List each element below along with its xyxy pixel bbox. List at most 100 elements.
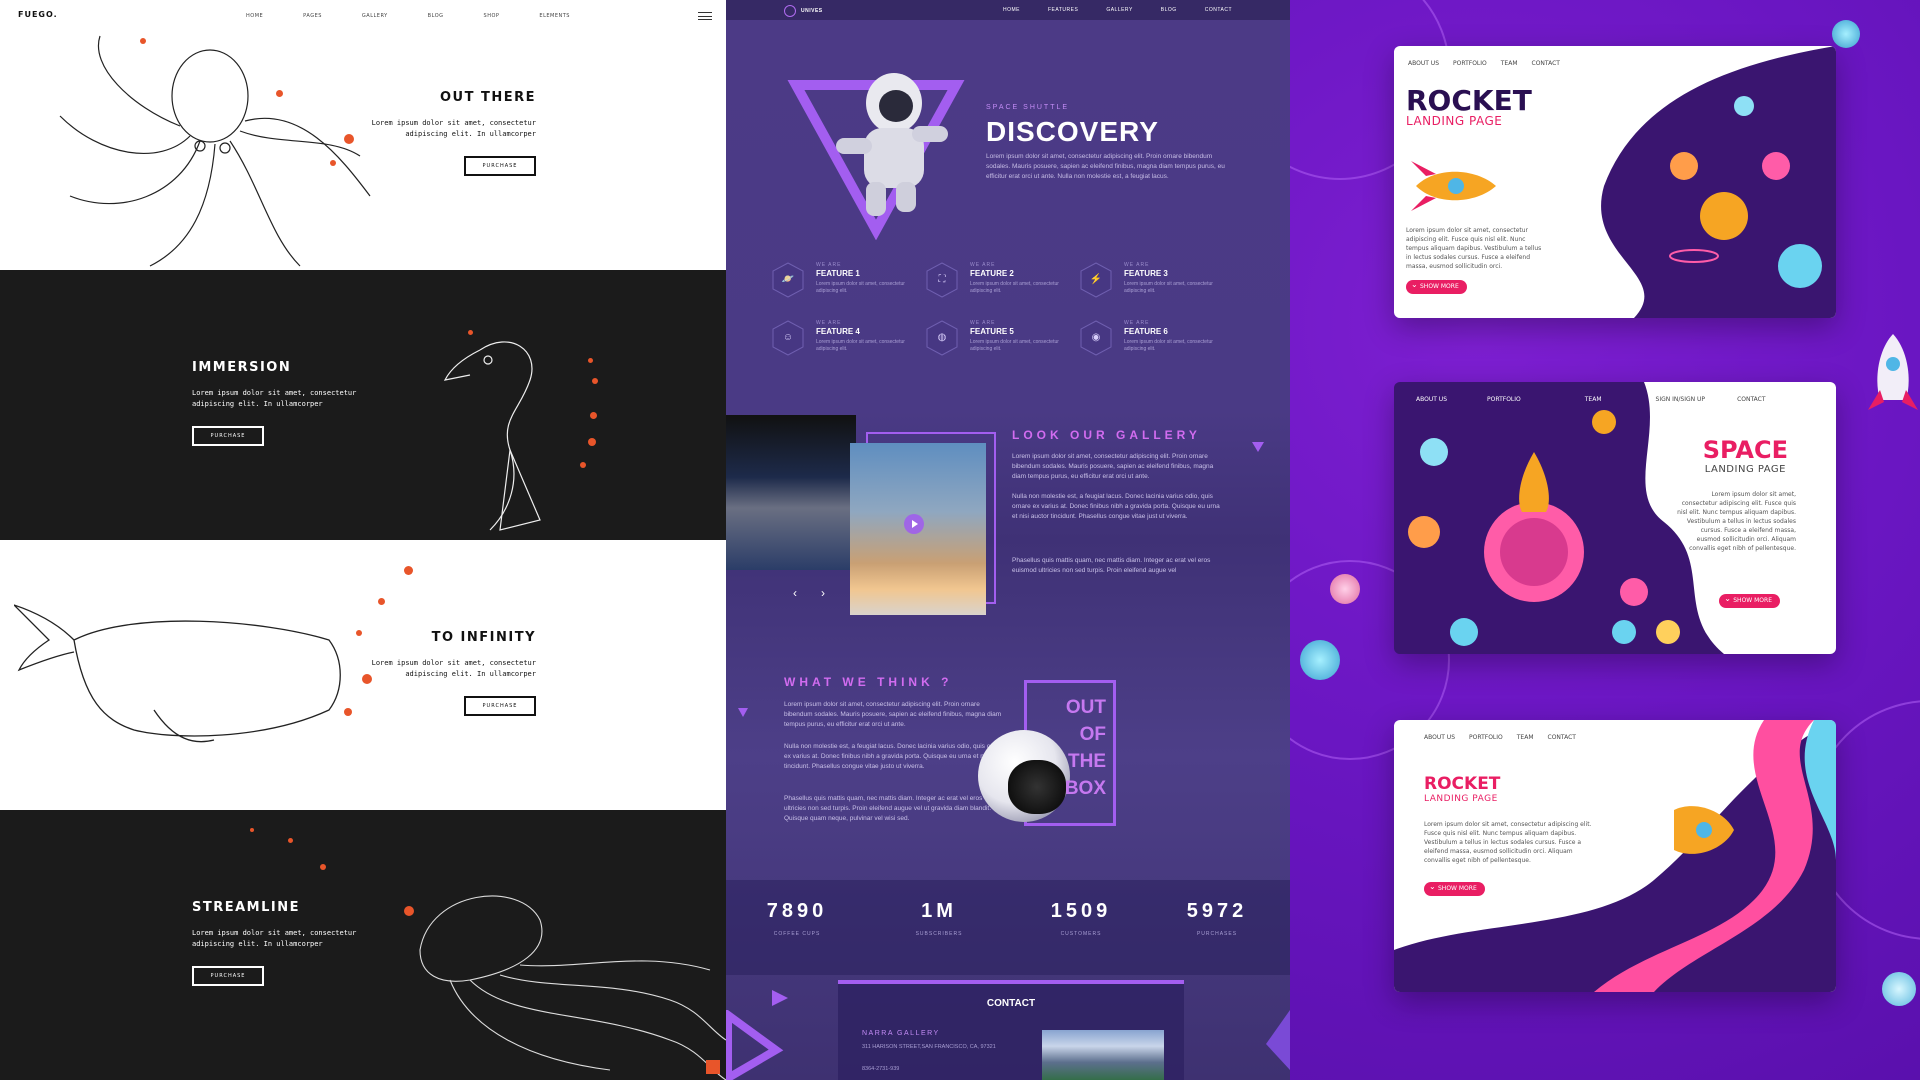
nav-blog[interactable]: BLOG xyxy=(428,13,444,19)
feature-card-5[interactable]: ◍ WE ARE FEATURE 5 Lorem ipsum dolor sit… xyxy=(926,320,1086,370)
stat-label: SUBSCRIBERS xyxy=(915,931,963,937)
signal-icon: ◉ xyxy=(1091,332,1101,343)
decor-dot xyxy=(378,598,385,605)
univers-logo-icon xyxy=(784,5,796,17)
nav-sign-in[interactable]: SIGN IN/SIGN UP xyxy=(1656,396,1706,403)
univers-menu: HOME FEATURES GALLERY BLOG CONTACT xyxy=(1003,7,1232,13)
stat-number: 5972 xyxy=(1186,900,1248,922)
space-landing-pages: ABOUT US PORTFOLIO TEAM CONTACT ROCKET L… xyxy=(1290,0,1920,1080)
feature-card-3[interactable]: ⚡ WE ARE FEATURE 3 Lorem ipsum dolor sit… xyxy=(1080,262,1240,312)
univers-logo[interactable]: UNIVES xyxy=(784,5,823,17)
nav-team[interactable]: TEAM xyxy=(1501,60,1518,67)
card-title: SPACE xyxy=(1702,436,1788,464)
fuego-logo[interactable]: FUEGO. xyxy=(18,10,58,19)
space-landing-card-2[interactable]: ABOUT US PORTFOLIO TEAM SIGN IN/SIGN UP … xyxy=(1394,382,1836,654)
stat-label: CUSTOMERS xyxy=(1060,931,1102,937)
rocket-illustration xyxy=(1411,161,1496,211)
section-out-there: FUEGO. HOME PAGES GALLERY BLOG SHOP ELEM… xyxy=(0,0,726,270)
feature-kicker: WE ARE xyxy=(816,320,842,326)
decor-dot xyxy=(276,90,283,97)
decor-dot xyxy=(140,38,146,44)
jellyfish-illustration xyxy=(419,895,726,1080)
card-nav: ABOUT US PORTFOLIO TEAM CONTACT xyxy=(1408,60,1560,67)
think-paragraph-3: Phasellus quis mattis quam, nec mattis d… xyxy=(784,795,1009,822)
card-nav: ABOUT US PORTFOLIO TEAM SIGN IN/SIGN UP … xyxy=(1416,396,1766,403)
scroll-to-top-button[interactable] xyxy=(706,1060,720,1074)
nav-shop[interactable]: SHOP xyxy=(484,13,500,19)
nav-portfolio[interactable]: PORTFOLIO xyxy=(1487,396,1521,403)
feature-card-6[interactable]: ◉ WE ARE FEATURE 6 Lorem ipsum dolor sit… xyxy=(1080,320,1240,370)
nav-about-us[interactable]: ABOUT US xyxy=(1408,60,1439,67)
nav-about-us[interactable]: ABOUT US xyxy=(1416,396,1447,403)
nav-pages[interactable]: PAGES xyxy=(303,13,322,19)
nav-portfolio[interactable]: PORTFOLIO xyxy=(1453,60,1487,67)
card-nav: ABOUT US PORTFOLIO TEAM CONTACT xyxy=(1424,734,1576,741)
rocket-decor xyxy=(1868,334,1918,410)
nav-gallery[interactable]: GALLERY xyxy=(1106,7,1132,13)
decor-dot xyxy=(344,134,354,144)
feature-desc: Lorem ipsum dolor sit amet, consectetur … xyxy=(970,339,1059,352)
stats-bar: 7890 COFFEE CUPS 1M SUBSCRIBERS 1509 CUS… xyxy=(726,880,1290,975)
feature-kicker: WE ARE xyxy=(970,320,996,326)
contact-address: 311 HARISON STREET,SAN FRANCISCO, CA, 97… xyxy=(862,1044,996,1050)
nav-elements[interactable]: ELEMENTS xyxy=(539,13,570,19)
hamburger-menu-icon[interactable] xyxy=(698,12,712,20)
play-icon[interactable] xyxy=(904,514,924,534)
show-more-button[interactable]: SHOW MORE xyxy=(1406,278,1467,294)
purchase-button[interactable]: PURCHASE xyxy=(464,156,536,176)
stat-label: COFFEE CUPS xyxy=(773,931,821,937)
bolt-icon: ⚡ xyxy=(1089,274,1103,285)
nav-team[interactable]: TEAM xyxy=(1517,734,1534,741)
decor-dot xyxy=(330,160,336,166)
stat-subscribers: 1M SUBSCRIBERS xyxy=(884,900,994,937)
univers-logo-text: UNIVES xyxy=(801,8,823,14)
nav-features[interactable]: FEATURES xyxy=(1048,7,1078,13)
rocket-landing-card-3[interactable]: ABOUT US PORTFOLIO TEAM CONTACT ROCKET L… xyxy=(1394,720,1836,992)
purchase-button[interactable]: PURCHASE xyxy=(464,696,536,716)
card-text: Lorem ipsum dolor sit amet, consectetur … xyxy=(1424,821,1592,864)
nav-home[interactable]: HOME xyxy=(246,13,263,19)
globe-icon: ◍ xyxy=(937,332,947,343)
purchase-button[interactable]: PURCHASE xyxy=(192,966,264,986)
feature-desc: Lorem ipsum dolor sit amet, consectetur … xyxy=(816,281,905,294)
stat-number: 1M xyxy=(921,900,957,922)
stat-label: PURCHASES xyxy=(1196,931,1238,937)
rocket-landing-card-1[interactable]: ABOUT US PORTFOLIO TEAM CONTACT ROCKET L… xyxy=(1394,46,1836,318)
section-heading: OUT THERE xyxy=(439,90,536,105)
whale-illustration xyxy=(14,604,341,743)
nav-contact[interactable]: CONTACT xyxy=(1548,734,1576,741)
feature-desc: Lorem ipsum dolor sit amet, consectetur … xyxy=(1124,281,1213,294)
univers-navbar: UNIVES HOME FEATURES GALLERY BLOG CONTAC… xyxy=(726,0,1290,20)
think-paragraph-2: Nulla non molestie est, a feugiat lacus.… xyxy=(784,743,1010,770)
chevron-right-icon[interactable]: › xyxy=(816,586,830,600)
fuego-page: FUEGO. HOME PAGES GALLERY BLOG SHOP ELEM… xyxy=(0,0,726,1080)
box-word: THE xyxy=(1068,751,1106,772)
nav-contact[interactable]: CONTACT xyxy=(1737,396,1765,403)
nav-home[interactable]: HOME xyxy=(1003,7,1020,13)
nav-blog[interactable]: BLOG xyxy=(1161,7,1177,13)
chevron-left-icon[interactable]: ‹ xyxy=(788,586,802,600)
nav-team[interactable]: TEAM xyxy=(1585,396,1602,403)
feature-name: FEATURE 4 xyxy=(816,327,860,336)
nav-gallery[interactable]: GALLERY xyxy=(362,13,388,19)
decor-triangle xyxy=(772,990,788,1006)
section-body: Lorem ipsum dolor sit amet, consectetur … xyxy=(371,119,536,138)
show-more-button[interactable]: SHOW MORE xyxy=(1719,592,1780,608)
show-more-button[interactable]: SHOW MORE xyxy=(1424,880,1485,896)
purchase-button[interactable]: PURCHASE xyxy=(192,426,264,446)
decor-dot xyxy=(320,864,326,870)
decor-dot xyxy=(592,378,598,384)
nav-contact[interactable]: CONTACT xyxy=(1205,7,1232,13)
nav-portfolio[interactable]: PORTFOLIO xyxy=(1469,734,1503,741)
feature-card-4[interactable]: ☺ WE ARE FEATURE 4 Lorem ipsum dolor sit… xyxy=(772,320,932,370)
astronaut-image xyxy=(836,73,948,216)
nav-about-us[interactable]: ABOUT US xyxy=(1424,734,1455,741)
feature-card-2[interactable]: ⛶ WE ARE FEATURE 2 Lorem ipsum dolor sit… xyxy=(926,262,1086,312)
feature-kicker: WE ARE xyxy=(970,262,996,268)
section-heading: TO INFINITY xyxy=(431,630,536,645)
feature-kicker: WE ARE xyxy=(1124,320,1150,326)
feature-card-1[interactable]: 🪐 WE ARE FEATURE 1 Lorem ipsum dolor sit… xyxy=(772,262,932,312)
card-subtitle: LANDING PAGE xyxy=(1424,794,1498,804)
gallery-photo-astronaut[interactable] xyxy=(726,415,856,570)
feature-desc: Lorem ipsum dolor sit amet, consectetur … xyxy=(970,281,1059,294)
